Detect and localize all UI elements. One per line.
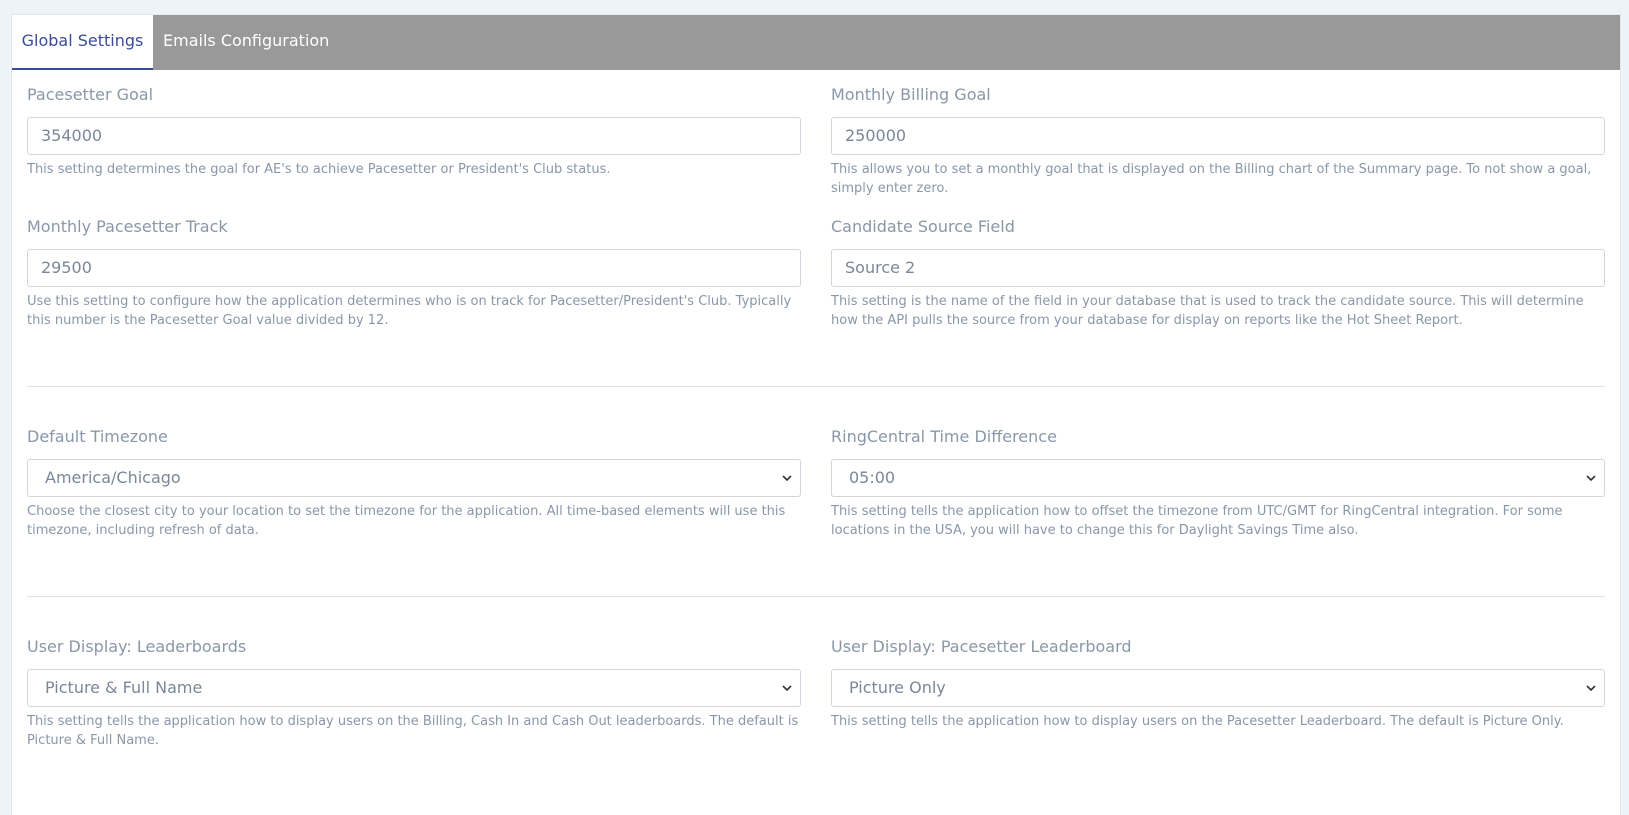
monthly-pacesetter-track-label: Monthly Pacesetter Track [27,217,228,236]
chevron-down-icon [1584,460,1598,496]
default-timezone-select[interactable]: America/Chicago [27,459,801,497]
candidate-source-field-label: Candidate Source Field [831,217,1015,236]
monthly-billing-goal-input[interactable]: 250000 [831,117,1605,155]
user-display-pacesetter-leaderboard-value: Picture Only [849,678,946,697]
ringcentral-time-difference-help: This setting tells the application how t… [831,504,1563,538]
section-divider [27,596,1605,597]
ringcentral-time-difference-value: 05:00 [849,468,896,487]
tab-bar: Global Settings Emails Configuration [12,15,1620,70]
user-display-pacesetter-leaderboard-select[interactable]: Picture Only [831,669,1605,707]
pacesetter-goal-label: Pacesetter Goal [27,85,154,104]
default-timezone-label: Default Timezone [27,427,168,446]
section-divider [27,386,1605,387]
user-display-leaderboards-select[interactable]: Picture & Full Name [27,669,801,707]
monthly-billing-goal-help: This allows you to set a monthly goal th… [831,162,1592,196]
monthly-pacesetter-track-input[interactable]: 29500 [27,249,801,287]
settings-card: Global Settings Emails Configuration Pac… [11,14,1621,815]
user-display-pacesetter-leaderboard-help: This setting tells the application how t… [831,714,1564,729]
chevron-down-icon [1584,670,1598,706]
pacesetter-goal-help: This setting determines the goal for AE'… [27,162,611,177]
chevron-down-icon [780,670,794,706]
tab-emails-configuration[interactable]: Emails Configuration [163,15,329,70]
user-display-leaderboards-help: This setting tells the application how t… [27,714,799,748]
candidate-source-field-help: This setting is the name of the field in… [831,294,1584,328]
ringcentral-time-difference-select[interactable]: 05:00 [831,459,1605,497]
default-timezone-help: Choose the closest city to your location… [27,504,786,538]
tab-global-settings[interactable]: Global Settings [12,15,153,70]
chevron-down-icon [780,460,794,496]
pacesetter-goal-input[interactable]: 354000 [27,117,801,155]
monthly-billing-goal-label: Monthly Billing Goal [831,85,991,104]
monthly-pacesetter-track-help: Use this setting to configure how the ap… [27,294,792,328]
default-timezone-value: America/Chicago [45,468,181,487]
user-display-leaderboards-value: Picture & Full Name [45,678,203,697]
user-display-pacesetter-leaderboard-label: User Display: Pacesetter Leaderboard [831,637,1132,656]
candidate-source-field-input[interactable]: Source 2 [831,249,1605,287]
ringcentral-time-difference-label: RingCentral Time Difference [831,427,1057,446]
user-display-leaderboards-label: User Display: Leaderboards [27,637,247,656]
